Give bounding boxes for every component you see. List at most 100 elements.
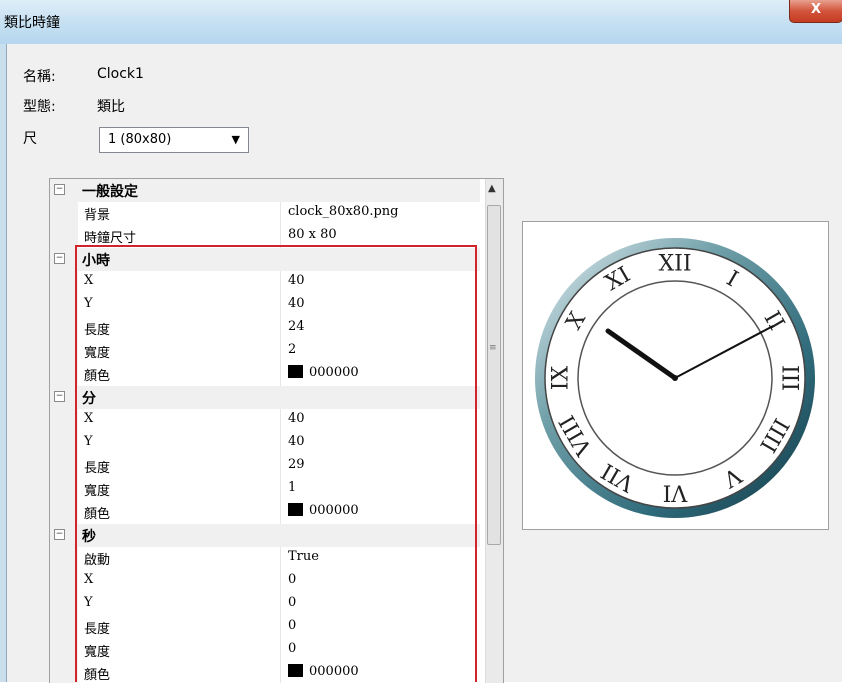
property-value[interactable]: 2	[288, 342, 296, 357]
collapse-toggle-icon[interactable]: −	[54, 529, 65, 540]
analog-clock-image: XIIIIIIIIIIIIVVIVIIVIIIIXXXI	[535, 238, 815, 518]
column-divider	[280, 363, 281, 386]
row-gutter	[50, 478, 78, 501]
color-swatch	[288, 664, 303, 677]
collapse-toggle-icon[interactable]: −	[54, 184, 65, 195]
property-name: 寬度	[84, 346, 111, 361]
column-divider	[280, 225, 281, 248]
row-gutter	[50, 225, 78, 248]
row-gutter	[50, 501, 78, 524]
column-divider	[280, 202, 281, 225]
property-row[interactable]: Y0	[50, 593, 480, 616]
collapse-toggle-icon[interactable]: −	[54, 253, 65, 264]
property-name: X	[84, 273, 94, 288]
property-name: 寬度	[84, 484, 111, 499]
property-row[interactable]: 長度 0	[50, 616, 480, 639]
property-row[interactable]: 長度 29	[50, 455, 480, 478]
property-value[interactable]: 80 x 80	[288, 227, 337, 242]
size-dropdown[interactable]: 1 (80x80) ▼	[99, 127, 249, 153]
property-row[interactable]: 背景 clock_80x80.png	[50, 202, 480, 225]
column-divider	[280, 317, 281, 340]
property-row[interactable]: 時鐘尺寸 80 x 80	[50, 225, 480, 248]
close-button[interactable]: X	[789, 0, 842, 23]
property-row[interactable]: 寬度 1	[50, 478, 480, 501]
property-value[interactable]: 0	[288, 618, 296, 633]
property-value[interactable]: 0	[288, 595, 296, 610]
property-grid[interactable]: − 一般設定 背景 clock_80x80.png 時鐘尺寸 80 x 80− 小時 X 40 Y…	[49, 178, 504, 683]
property-name: 啟動	[84, 553, 111, 568]
dialog-body: 名稱: Clock1 型態: 類比 尺 1 (80x80) ▼ − 一般設定 背景 c…	[7, 44, 842, 683]
window-title: 類比時鐘	[4, 15, 60, 31]
category-row[interactable]: − 分	[50, 386, 480, 409]
category-label: 秒	[82, 529, 96, 545]
column-divider	[280, 478, 281, 501]
scroll-up-icon[interactable]: ▲	[488, 183, 496, 194]
type-label: 型態:	[23, 99, 56, 115]
column-divider	[280, 593, 281, 616]
scroll-thumb[interactable]	[487, 205, 501, 545]
property-row[interactable]: 顏色 000000	[50, 363, 480, 386]
property-name: Y	[84, 595, 93, 610]
property-name: 長度	[84, 622, 111, 637]
property-name: X	[84, 572, 94, 587]
color-swatch	[288, 365, 303, 378]
property-row[interactable]: X0	[50, 570, 480, 593]
property-value[interactable]: True	[288, 549, 319, 564]
property-name: 長度	[84, 323, 111, 338]
property-value[interactable]: clock_80x80.png	[288, 204, 399, 219]
category-row[interactable]: − 一般設定	[50, 179, 480, 202]
column-divider	[280, 662, 281, 683]
row-gutter	[50, 616, 78, 639]
property-row[interactable]: X 40	[50, 271, 480, 294]
property-row[interactable]: 啟動 True	[50, 547, 480, 570]
property-value[interactable]: 24	[288, 319, 305, 334]
property-row[interactable]: 寬度 0	[50, 639, 480, 662]
property-value[interactable]: 000000	[288, 365, 359, 380]
property-value[interactable]: 000000	[288, 664, 359, 679]
category-label: 小時	[82, 253, 110, 269]
color-hex-text: 000000	[309, 664, 359, 679]
property-value[interactable]: 1	[288, 480, 296, 495]
property-value[interactable]: 40	[288, 296, 305, 311]
row-gutter	[50, 455, 78, 478]
property-row[interactable]: 寬度 2	[50, 340, 480, 363]
column-divider	[280, 271, 281, 294]
category-row[interactable]: − 小時	[50, 248, 480, 271]
row-gutter	[50, 317, 78, 340]
column-divider	[280, 340, 281, 363]
row-gutter	[50, 202, 78, 225]
window-frame-left	[0, 44, 7, 682]
category-label: 一般設定	[82, 184, 138, 200]
collapse-toggle-icon[interactable]: −	[54, 391, 65, 402]
property-name: 顏色	[84, 369, 111, 384]
category-row[interactable]: − 秒	[50, 524, 480, 547]
row-gutter	[50, 570, 78, 593]
title-bar: 類比時鐘 X	[0, 0, 842, 45]
property-name: Y	[84, 296, 93, 311]
clock-numeral: VI	[663, 480, 689, 505]
vertical-scrollbar[interactable]: ▲ ≡	[485, 179, 503, 683]
property-value[interactable]: 29	[288, 457, 305, 472]
clock-center-pin	[672, 375, 678, 381]
property-row[interactable]: 顏色 000000	[50, 501, 480, 524]
column-divider	[280, 616, 281, 639]
property-name: Y	[84, 434, 93, 449]
chevron-down-icon[interactable]: ▼	[232, 133, 240, 146]
property-name: 寬度	[84, 645, 111, 660]
property-value[interactable]: 0	[288, 572, 296, 587]
row-gutter	[50, 409, 78, 432]
property-value[interactable]: 40	[288, 411, 305, 426]
property-row[interactable]: Y 40	[50, 432, 480, 455]
clock-numeral: XII	[658, 252, 691, 277]
property-value[interactable]: 000000	[288, 503, 359, 518]
column-divider	[280, 639, 281, 662]
property-value[interactable]: 40	[288, 434, 305, 449]
property-value[interactable]: 0	[288, 641, 296, 656]
property-row[interactable]: Y 40	[50, 294, 480, 317]
property-row[interactable]: X 40	[50, 409, 480, 432]
property-value[interactable]: 40	[288, 273, 305, 288]
row-gutter	[50, 547, 78, 570]
property-row[interactable]: 長度 24	[50, 317, 480, 340]
size-label: 尺	[23, 131, 37, 147]
property-row[interactable]: 顏色 000000	[50, 662, 480, 683]
